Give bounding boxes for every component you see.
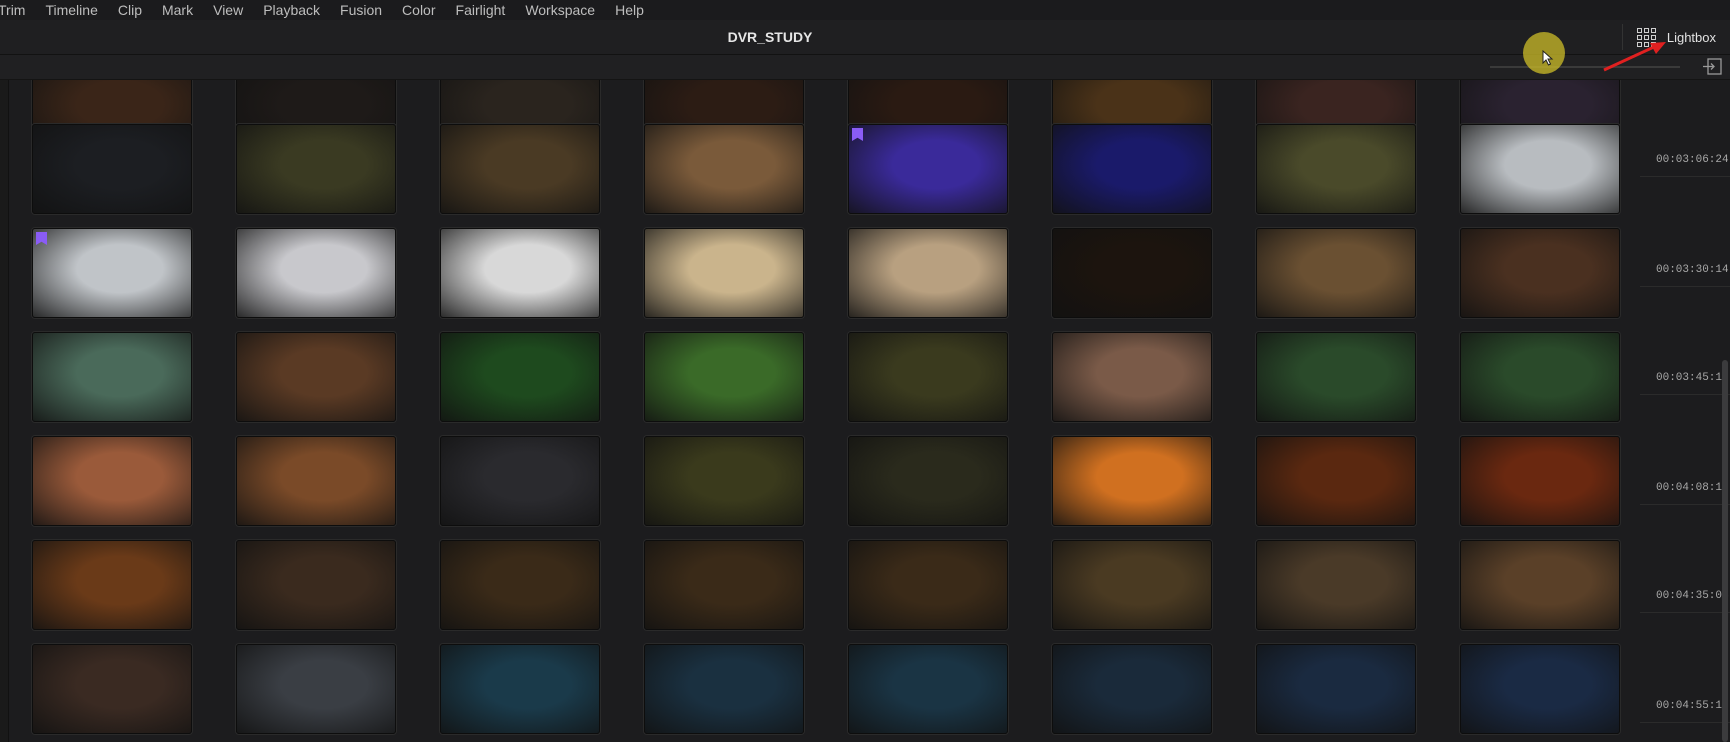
clip-thumbnail[interactable] [1460, 228, 1620, 318]
clip-thumbnail[interactable] [644, 332, 804, 422]
timecode-label: 00:03:06:24 [1656, 154, 1729, 166]
clip-thumbnail[interactable] [848, 644, 1008, 734]
clip-thumbnail[interactable] [1052, 124, 1212, 214]
clip-thumbnail[interactable] [440, 540, 600, 630]
clip-thumbnail[interactable] [440, 644, 600, 734]
project-title: DVR_STUDY [727, 29, 813, 45]
clip-thumbnail[interactable] [848, 332, 1008, 422]
menu-item-timeline[interactable]: Timeline [45, 2, 97, 18]
clip-thumbnail[interactable] [644, 436, 804, 526]
clip-thumbnail[interactable] [32, 540, 192, 630]
timecode-divider [1640, 612, 1730, 613]
lightbox-toolbar [0, 55, 1730, 80]
clip-thumbnail[interactable] [1460, 332, 1620, 422]
clip-thumbnail[interactable] [1052, 228, 1212, 318]
timecode-label: 00:04:35:04 [1656, 590, 1729, 602]
clip-thumbnail[interactable] [1256, 228, 1416, 318]
timecode-label: 00:03:30:14 [1656, 264, 1729, 276]
clip-thumbnail[interactable] [236, 228, 396, 318]
clip-thumbnail[interactable] [848, 124, 1008, 214]
menu-item-playback[interactable]: Playback [263, 2, 320, 18]
timecode-divider [1640, 394, 1730, 395]
menu-item-help[interactable]: Help [615, 2, 644, 18]
menu-item-color[interactable]: Color [402, 2, 435, 18]
clip-thumbnail[interactable] [32, 228, 192, 318]
clip-thumbnail[interactable] [32, 332, 192, 422]
clip-thumbnail[interactable] [1460, 540, 1620, 630]
flag-icon [852, 128, 863, 141]
clip-thumbnail[interactable] [236, 436, 396, 526]
clip-thumbnail[interactable] [236, 540, 396, 630]
clip-thumbnail[interactable] [644, 644, 804, 734]
clip-thumbnail[interactable] [644, 228, 804, 318]
clip-thumbnail[interactable] [440, 332, 600, 422]
clip-thumbnail[interactable] [1256, 436, 1416, 526]
timecode-label: 00:04:08:19 [1656, 482, 1729, 494]
clip-thumbnail[interactable] [32, 436, 192, 526]
menu-item-clip[interactable]: Clip [118, 2, 142, 18]
clip-thumbnail[interactable] [1052, 540, 1212, 630]
clip-thumbnail[interactable] [440, 228, 600, 318]
title-bar: DVR_STUDY Lightbox [0, 20, 1730, 55]
clip-thumbnail[interactable] [1256, 540, 1416, 630]
menu-item-trim[interactable]: Trim [0, 2, 25, 18]
menu-item-fairlight[interactable]: Fairlight [456, 2, 506, 18]
lightbox-thumbnail-grid [8, 80, 1639, 742]
exit-icon[interactable] [1702, 58, 1722, 75]
menu-bar: Trim Timeline Clip Mark View Playback Fusion Co… [0, 0, 1730, 20]
cursor-icon [1542, 50, 1554, 66]
clip-thumbnail[interactable] [1256, 332, 1416, 422]
clip-thumbnail[interactable] [848, 228, 1008, 318]
timecode-label: 00:04:55:10 [1656, 700, 1729, 712]
clip-thumbnail[interactable] [644, 540, 804, 630]
clip-thumbnail[interactable] [1460, 436, 1620, 526]
clip-thumbnail[interactable] [32, 124, 192, 214]
clip-thumbnail[interactable] [1256, 124, 1416, 214]
timecode-divider [1640, 504, 1730, 505]
timecode-column: 00:03:06:24 00:03:30:14 00:03:45:12 00:04:0… [1640, 80, 1730, 742]
clip-thumbnail[interactable] [236, 124, 396, 214]
red-arrow [1603, 42, 1666, 72]
clip-thumbnail[interactable] [1256, 644, 1416, 734]
clip-thumbnail[interactable] [848, 540, 1008, 630]
lightbox-label: Lightbox [1666, 29, 1716, 45]
flag-icon [36, 232, 47, 245]
menu-item-mark[interactable]: Mark [162, 2, 193, 18]
clip-thumbnail[interactable] [1052, 644, 1212, 734]
timecode-divider [1640, 722, 1730, 723]
vertical-scrollbar[interactable] [1722, 360, 1728, 742]
clip-thumbnail[interactable] [1052, 332, 1212, 422]
clip-thumbnail[interactable] [1460, 644, 1620, 734]
timecode-divider [1640, 286, 1730, 287]
clip-thumbnail[interactable] [440, 124, 600, 214]
clip-thumbnail[interactable] [32, 644, 192, 734]
clip-thumbnail[interactable] [1460, 124, 1620, 214]
clip-thumbnail[interactable] [644, 124, 804, 214]
menu-item-workspace[interactable]: Workspace [525, 2, 595, 18]
menu-item-fusion[interactable]: Fusion [340, 2, 382, 18]
clip-thumbnail[interactable] [848, 436, 1008, 526]
clip-thumbnail[interactable] [236, 644, 396, 734]
clip-thumbnail[interactable] [236, 332, 396, 422]
clip-thumbnail[interactable] [1052, 436, 1212, 526]
clip-thumbnail[interactable] [440, 436, 600, 526]
timecode-divider [1640, 176, 1730, 177]
timecode-label: 00:03:45:12 [1656, 372, 1729, 384]
menu-item-view[interactable]: View [213, 2, 243, 18]
